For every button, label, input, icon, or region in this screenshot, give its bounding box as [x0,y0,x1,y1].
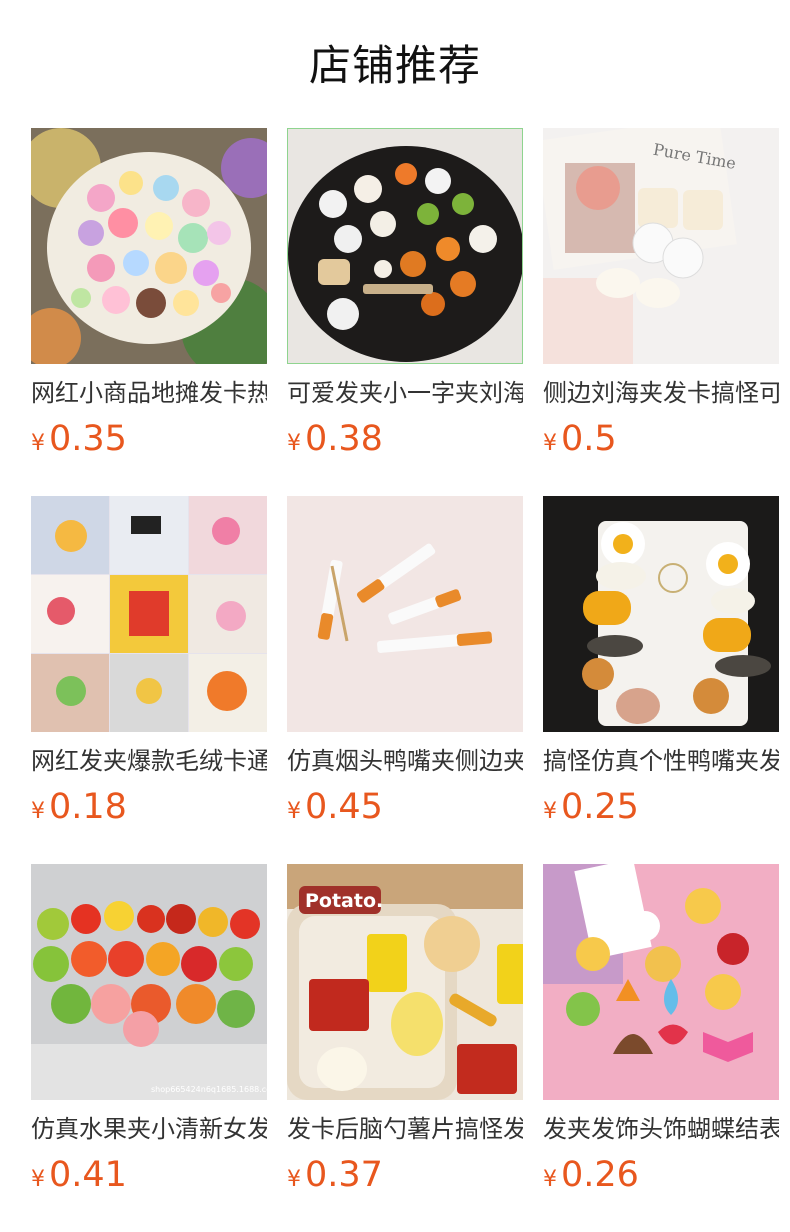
product-price: ¥0.41 [31,1153,267,1197]
bun-dumpling-clips-photo-icon: Pure Time [543,128,779,364]
product-price: ¥0.5 [543,417,779,461]
price-value: 0.18 [49,787,127,827]
product-price: ¥0.18 [31,785,267,829]
product-price: ¥0.37 [287,1153,523,1197]
product-name[interactable]: 发夹发饰头饰蝴蝶结表情 [543,1111,779,1147]
fruit-clips-photo-icon: shop665424n6q1685.1688.com [31,864,267,1100]
price-value: 0.41 [49,1155,127,1195]
potato-logo-text: Potato. [305,890,383,912]
product-price: ¥0.25 [543,785,779,829]
watermark-text: shop665424n6q1685.1688.com [151,1085,267,1094]
product-price: ¥0.35 [31,417,267,461]
product-image[interactable] [31,128,267,364]
product-name[interactable]: 发卡后脑勺薯片搞怪发夹 [287,1111,523,1147]
page-title: 店铺推荐 [308,41,481,90]
food-clips-black-plate-photo-icon [288,129,522,363]
price-value: 0.37 [305,1155,383,1195]
product-image[interactable] [543,496,779,732]
collage-clips-photo-icon [31,496,267,732]
product-price: ¥0.38 [287,417,523,461]
product-image[interactable] [543,864,779,1100]
egg-corn-burger-clips-photo-icon [543,496,779,732]
product-price: ¥0.45 [287,785,523,829]
product-image[interactable] [287,128,523,364]
price-value: 0.35 [49,419,127,459]
product-image[interactable]: Potato. [287,864,523,1100]
product-name[interactable]: 网红发夹爆款毛绒卡通 [31,743,267,779]
currency-symbol: ¥ [543,1167,557,1192]
product-name[interactable]: 网红小商品地摊发卡热卖 [31,375,267,411]
price-value: 0.45 [305,787,383,827]
product-name[interactable]: 仿真水果夹小清新女发卡 [31,1111,267,1147]
hair-clips-pile-photo-icon [31,128,267,364]
product-image[interactable]: Pure Time [543,128,779,364]
product-price: ¥0.26 [543,1153,779,1197]
price-value: 0.38 [305,419,383,459]
currency-symbol: ¥ [543,431,557,456]
emoji-clips-photo-icon [543,864,779,1100]
price-value: 0.5 [561,419,617,459]
product-image[interactable]: shop665424n6q1685.1688.com [31,864,267,1100]
price-value: 0.25 [561,787,639,827]
product-name[interactable]: 搞怪仿真个性鸭嘴夹发卡 [543,743,779,779]
currency-symbol: ¥ [287,799,301,824]
currency-symbol: ¥ [31,799,45,824]
cigarette-clips-photo-icon [287,496,523,732]
currency-symbol: ¥ [543,799,557,824]
product-name[interactable]: 侧边刘海夹发卡搞怪可爱 [543,375,779,411]
product-name[interactable]: 可爱发夹小一字夹刘海夹 [287,375,523,411]
currency-symbol: ¥ [287,1167,301,1192]
currency-symbol: ¥ [31,1167,45,1192]
price-value: 0.26 [561,1155,639,1195]
product-image[interactable] [287,496,523,732]
currency-symbol: ¥ [287,431,301,456]
product-name[interactable]: 仿真烟头鸭嘴夹侧边夹子 [287,743,523,779]
currency-symbol: ¥ [31,431,45,456]
product-image[interactable] [31,496,267,732]
potato-chips-clips-photo-icon: Potato. [287,864,523,1100]
